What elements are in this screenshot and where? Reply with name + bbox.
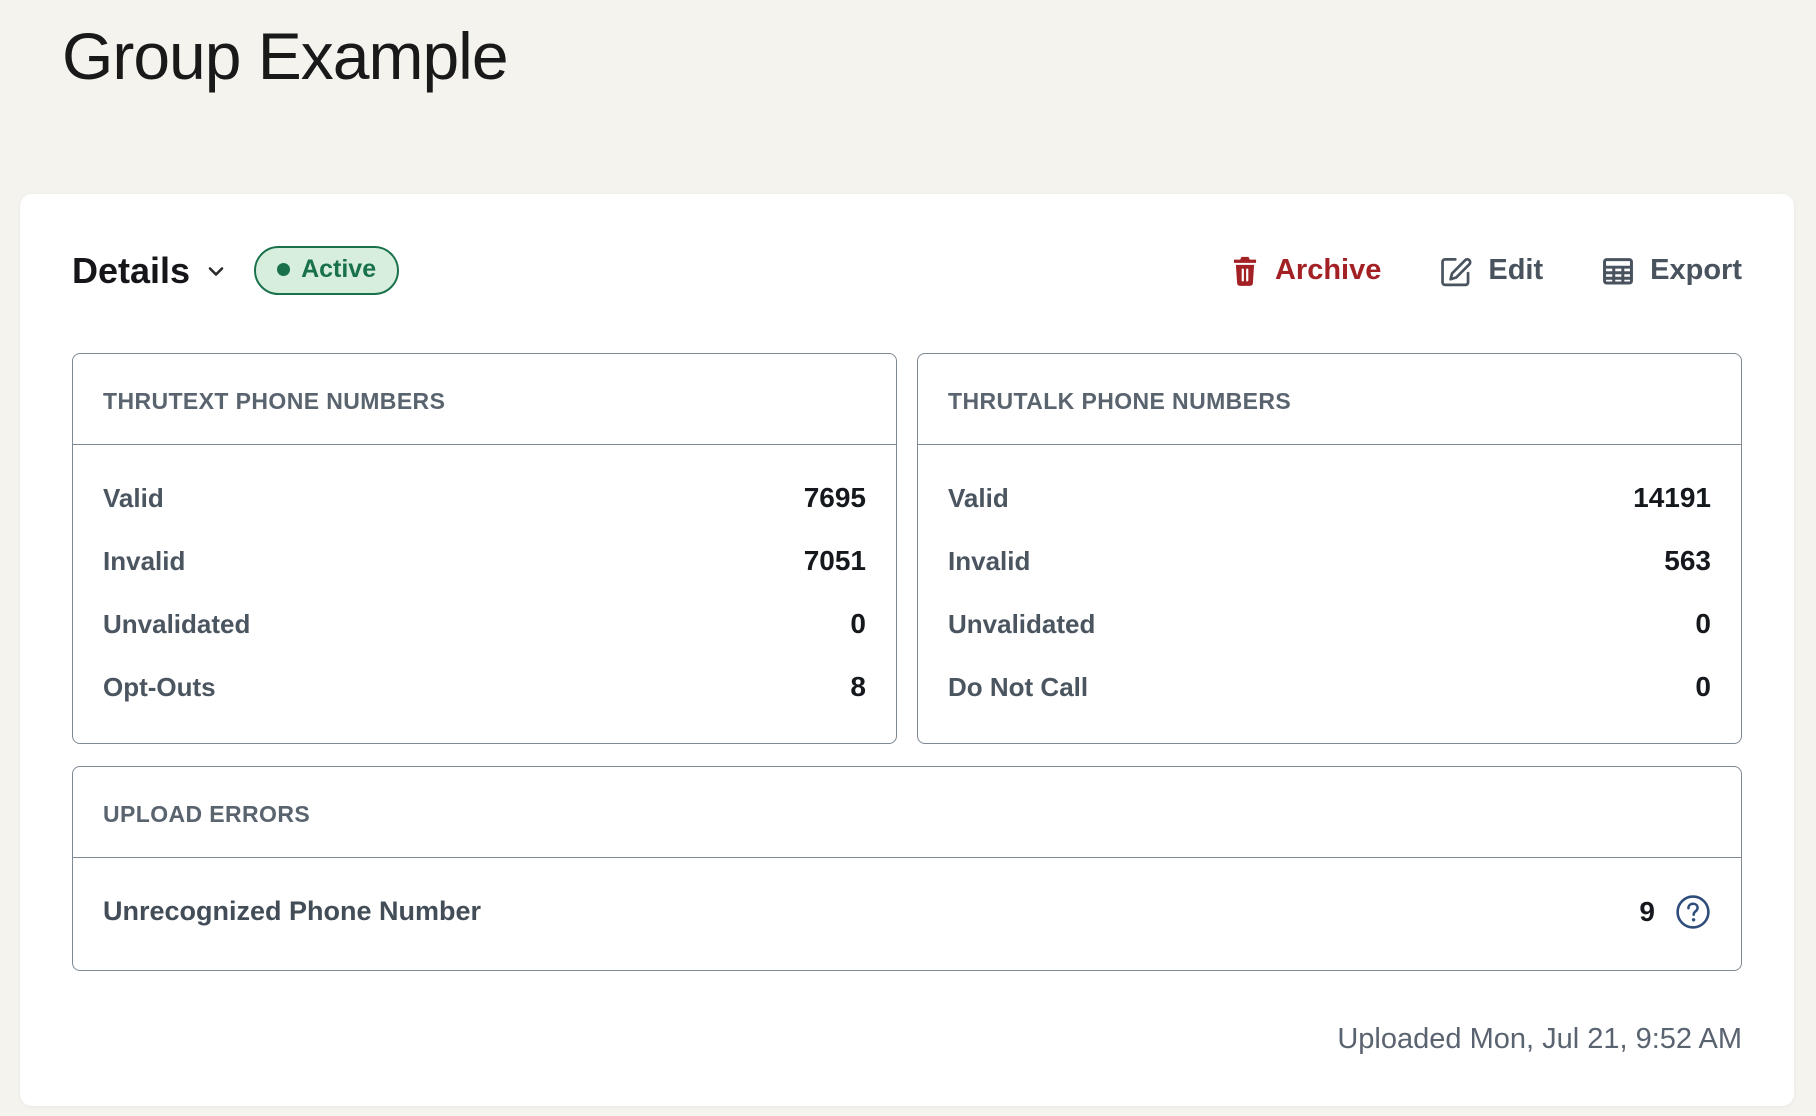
pencil-square-icon [1439, 254, 1473, 288]
stat-label: Unvalidated [103, 608, 251, 639]
status-badge: Active [254, 246, 400, 296]
thrutalk-card: THRUTALK PHONE NUMBERS Valid 14191 Inval… [917, 352, 1742, 744]
stat-value: 0 [1695, 671, 1711, 703]
stat-label: Opt-Outs [103, 671, 216, 702]
export-label: Export [1650, 254, 1742, 287]
page-title: Group Example [62, 19, 509, 93]
stat-value: 0 [850, 608, 866, 640]
stat-row: Invalid 563 [948, 530, 1711, 593]
stat-label: Invalid [103, 545, 186, 576]
uploaded-timestamp: Uploaded Mon, Jul 21, 9:52 AM [1337, 1022, 1742, 1055]
upload-errors-header: UPLOAD ERRORS [73, 767, 1741, 858]
stat-label: Valid [103, 482, 164, 513]
stat-value: 563 [1664, 545, 1711, 577]
error-count: 9 [1639, 895, 1655, 927]
archive-label: Archive [1274, 254, 1382, 287]
thrutext-card-body: Valid 7695 Invalid 7051 Unvalidated 0 Op… [73, 445, 896, 743]
stat-value: 7051 [803, 545, 866, 577]
stat-cards-row: THRUTEXT PHONE NUMBERS Valid 7695 Invali… [72, 352, 1742, 744]
details-label: Details [72, 249, 191, 291]
error-value-group: 9 [1639, 894, 1711, 930]
edit-button[interactable]: Edit [1439, 254, 1543, 288]
group-details-panel: Details Active Archive Edit Export THRUT… [20, 193, 1794, 1106]
stat-row: Valid 14191 [948, 467, 1711, 530]
stat-row: Unvalidated 0 [948, 593, 1711, 656]
stat-value: 8 [850, 671, 866, 703]
thrutalk-card-header: THRUTALK PHONE NUMBERS [918, 354, 1741, 445]
details-dropdown[interactable]: Details [72, 250, 228, 292]
toolbar-actions: Archive Edit Export [1230, 254, 1742, 288]
status-label: Active [301, 255, 377, 284]
stat-label: Unvalidated [948, 608, 1096, 639]
stat-label: Do Not Call [948, 671, 1089, 702]
edit-label: Edit [1488, 254, 1544, 287]
thrutext-card-header: THRUTEXT PHONE NUMBERS [73, 354, 896, 445]
thrutext-card: THRUTEXT PHONE NUMBERS Valid 7695 Invali… [72, 352, 897, 744]
question-circle-icon[interactable] [1675, 894, 1711, 930]
table-icon [1601, 254, 1635, 288]
stat-label: Invalid [948, 545, 1031, 576]
upload-error-row: Unrecognized Phone Number 9 [73, 858, 1741, 970]
status-dot-icon [277, 263, 291, 277]
stat-row: Valid 7695 [103, 467, 866, 530]
trash-icon [1230, 255, 1260, 287]
stat-row: Opt-Outs 8 [103, 656, 866, 719]
stat-label: Valid [948, 482, 1009, 513]
archive-button[interactable]: Archive [1230, 254, 1381, 287]
toolbar-left: Details Active [72, 246, 400, 296]
error-label: Unrecognized Phone Number [103, 896, 482, 927]
toolbar: Details Active Archive Edit Export [72, 244, 1742, 298]
stat-row: Unvalidated 0 [103, 593, 866, 656]
stat-row: Do Not Call 0 [948, 656, 1711, 719]
stat-value: 7695 [803, 482, 866, 514]
upload-errors-card: UPLOAD ERRORS Unrecognized Phone Number … [72, 765, 1742, 971]
stat-value: 14191 [1633, 482, 1711, 514]
chevron-down-icon [204, 259, 228, 283]
stat-row: Invalid 7051 [103, 530, 866, 593]
thrutalk-card-body: Valid 14191 Invalid 563 Unvalidated 0 Do… [918, 445, 1741, 743]
export-button[interactable]: Export [1601, 254, 1742, 288]
stat-value: 0 [1695, 608, 1711, 640]
